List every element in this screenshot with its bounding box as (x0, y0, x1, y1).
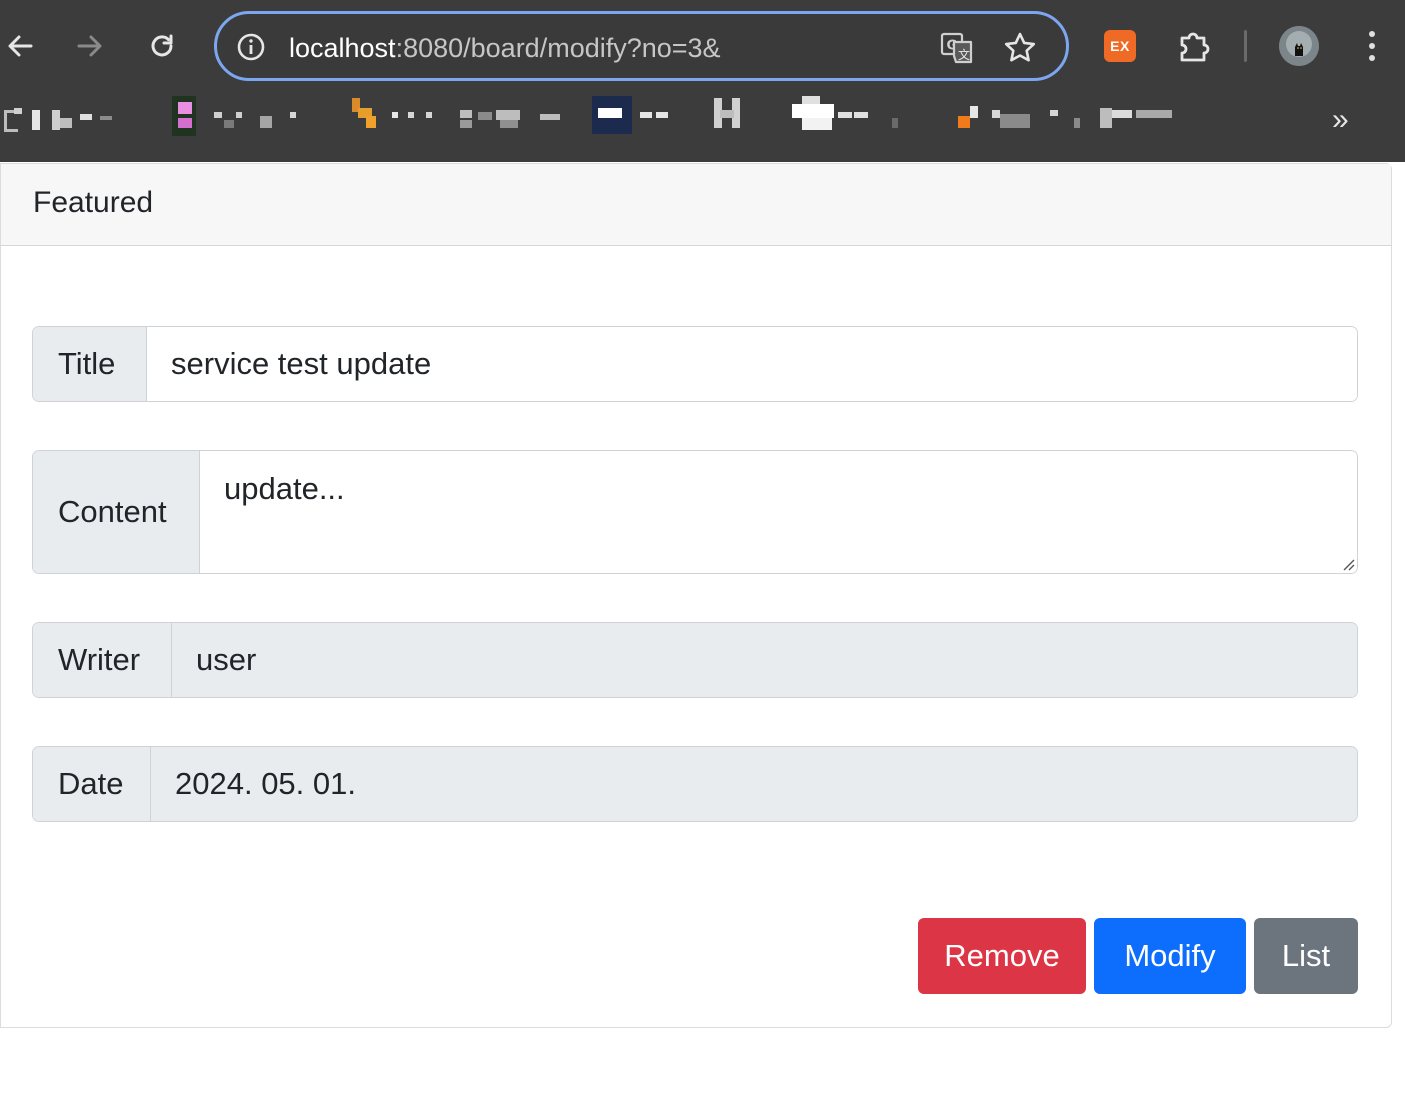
card-header-title: Featured (33, 186, 154, 219)
content-label: Content (33, 451, 200, 573)
back-arrow-icon[interactable] (0, 22, 44, 70)
site-info-icon[interactable] (235, 31, 267, 63)
bookmark-star-icon[interactable] (1000, 28, 1040, 68)
bookmark-item[interactable] (352, 92, 562, 152)
writer-input (172, 623, 1357, 697)
profile-avatar[interactable] (1279, 26, 1319, 66)
modify-button[interactable]: Modify (1094, 918, 1246, 994)
browser-toolbar: localhost:8080/board/modify?no=3& G 文 EX (0, 0, 1405, 92)
extension-ex-icon[interactable]: EX (1104, 30, 1136, 62)
url-host: localhost (289, 33, 396, 63)
browser-chrome: localhost:8080/board/modify?no=3& G 文 EX (0, 0, 1405, 162)
title-input[interactable] (147, 327, 1357, 401)
forward-arrow-icon[interactable] (66, 22, 114, 70)
resize-grip-icon[interactable] (1341, 557, 1355, 571)
bookmark-item[interactable] (792, 92, 912, 152)
remove-button[interactable]: Remove (918, 918, 1086, 994)
toolbar-divider (1244, 30, 1247, 62)
title-input-group: Title (32, 326, 1358, 402)
extensions-puzzle-icon[interactable] (1170, 22, 1218, 70)
url-path: :8080/board/modify?no=3& (395, 33, 721, 63)
bookmark-item[interactable] (958, 92, 1178, 152)
card-header: Featured (1, 164, 1391, 246)
date-input-group: Date (32, 746, 1358, 822)
bookmark-item[interactable] (172, 92, 312, 152)
more-menu-icon[interactable] (1352, 24, 1392, 68)
bookmark-item[interactable] (710, 92, 750, 152)
chevron-double-right-icon: » (1332, 103, 1349, 136)
date-input (151, 747, 1357, 821)
address-bar[interactable]: localhost:8080/board/modify?no=3& G 文 (214, 11, 1069, 81)
writer-label: Writer (33, 623, 172, 697)
list-button[interactable]: List (1254, 918, 1358, 994)
translate-icon[interactable]: G 文 (937, 28, 977, 68)
bookmark-item[interactable] (0, 92, 120, 152)
bookmarks-overflow-icon[interactable]: » (1326, 92, 1362, 152)
address-bar-url[interactable]: localhost:8080/board/modify?no=3& (289, 30, 721, 66)
content-input-group: Content update... (32, 450, 1358, 574)
featured-card: Featured (0, 163, 1392, 1028)
reload-icon[interactable] (138, 22, 186, 70)
title-label: Title (33, 327, 147, 401)
date-label: Date (33, 747, 151, 821)
svg-text:文: 文 (958, 47, 970, 62)
bookmarks-bar: » (0, 92, 1405, 152)
writer-input-group: Writer (32, 622, 1358, 698)
bookmark-item[interactable] (592, 92, 682, 152)
content-textarea[interactable]: update... (200, 451, 1357, 573)
